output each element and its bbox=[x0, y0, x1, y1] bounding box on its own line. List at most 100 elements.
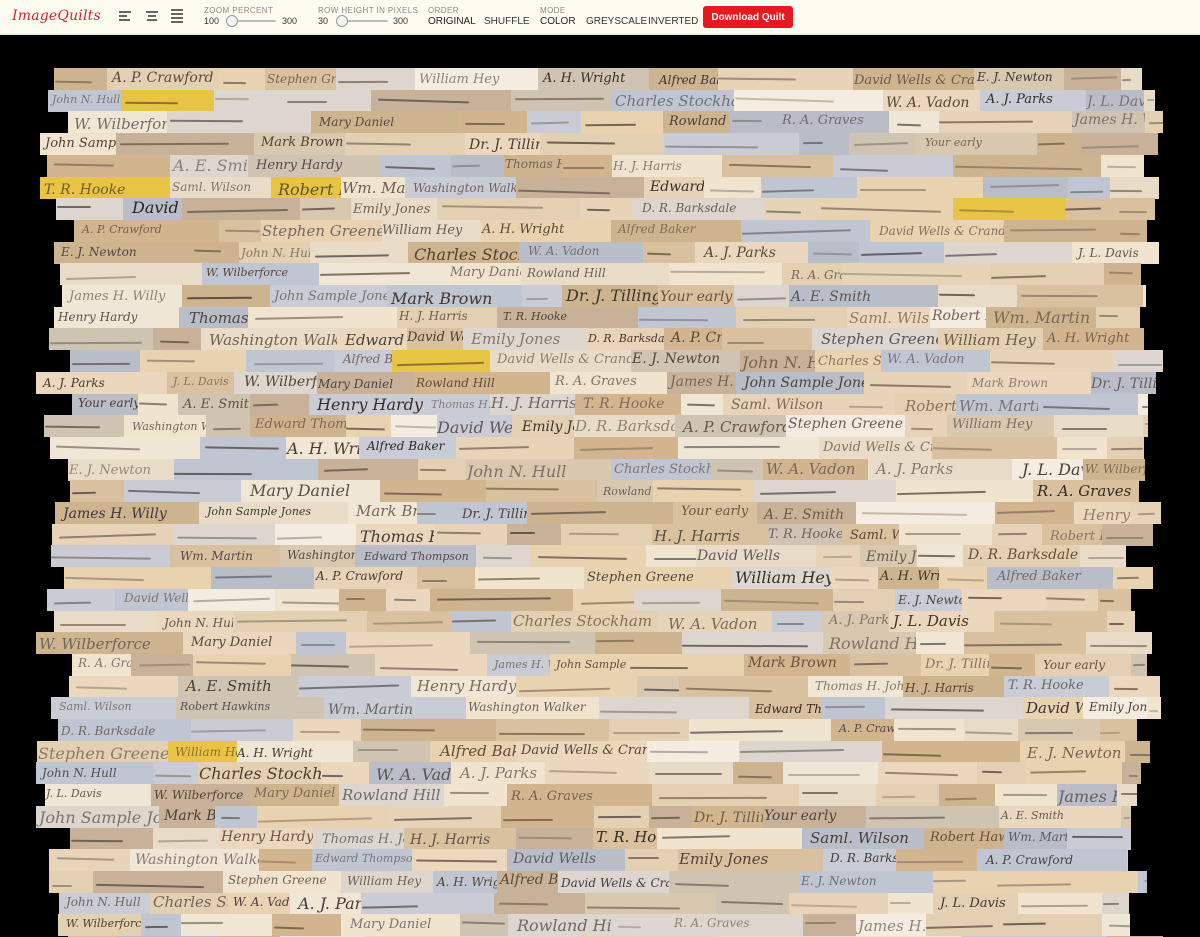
quilt-tile-ink-stroke bbox=[839, 168, 889, 172]
quilt-tile-ink-stroke bbox=[56, 857, 115, 861]
app-logo: ImageQuilts bbox=[12, 8, 101, 24]
quilt-tile-ink-stroke bbox=[1100, 731, 1121, 735]
quilt-tile-signature: D. R. Barksdale bbox=[575, 417, 675, 435]
quilt-tile-signature: Stephen Greene bbox=[788, 416, 903, 432]
quilt-tile-ink-stroke bbox=[822, 555, 853, 559]
quilt-tile-signature: John Sample Jones bbox=[744, 375, 864, 391]
mode-inverted-option[interactable]: INVERTED bbox=[648, 16, 698, 27]
quilt-tile-signature: A. J. Parks bbox=[829, 613, 889, 628]
align-left-icon[interactable] bbox=[119, 9, 133, 23]
quilt-tile: David Wells & Crandall bbox=[490, 350, 631, 372]
quilt-tile-signature: Washington Walker bbox=[413, 181, 516, 195]
quilt-tile bbox=[1067, 828, 1131, 850]
quilt-tile: D. R. Barksdale bbox=[633, 198, 764, 220]
quilt-tile-signature: R. A. Graves bbox=[782, 113, 864, 128]
quilt-tile-signature: Mary Daniel bbox=[318, 377, 394, 391]
quilt-tile-signature: Thomas H. Johnson bbox=[189, 309, 248, 327]
quilt-tile bbox=[1064, 68, 1121, 90]
quilt-tile-ink-stroke bbox=[273, 926, 305, 930]
quilt-tile-signature: D. R. Barksdale bbox=[588, 332, 664, 345]
quilt-tile-signature: E. J. Newton bbox=[632, 351, 721, 367]
quilt-tile bbox=[50, 437, 200, 459]
quilt-tile bbox=[939, 784, 995, 806]
quilt-tile-signature: William Hey bbox=[347, 874, 422, 888]
quilt-tile-signature: Your early bbox=[925, 136, 982, 149]
quilt-tile bbox=[47, 155, 170, 177]
quilt-tile-ink-stroke bbox=[482, 556, 513, 560]
quilt-tile-ink-stroke bbox=[281, 601, 339, 605]
quilt-tile bbox=[842, 394, 895, 416]
quilt-tile: H. J. Harris bbox=[490, 394, 575, 416]
quilt-tile: E. J. Newton bbox=[800, 871, 933, 893]
mode-color-option[interactable]: COLOR bbox=[540, 16, 576, 27]
quilt-tile: J. L. Davis bbox=[889, 611, 994, 633]
quilt-tile bbox=[964, 632, 1086, 654]
order-shuffle-option[interactable]: SHUFFLE bbox=[484, 16, 530, 27]
zoom-label: ZOOM PERCENT bbox=[204, 6, 274, 15]
quilt-tile bbox=[124, 480, 241, 502]
quilt-tile: Edward Thompson bbox=[749, 697, 822, 719]
quilt-tile-ink-stroke bbox=[869, 384, 952, 388]
quilt-tile bbox=[437, 198, 580, 220]
quilt-tile-ink-stroke bbox=[56, 205, 92, 209]
quilt-tile-signature: Your early bbox=[764, 808, 837, 824]
quilt-tile-ink-stroke bbox=[996, 510, 1056, 514]
quilt-tile: Rowland Hill bbox=[339, 784, 444, 806]
quilt-tile: J. L. Davis bbox=[1012, 459, 1083, 481]
quilt-tile bbox=[361, 719, 496, 741]
quilt-tile: James H. Willy bbox=[55, 502, 199, 524]
row-height-slider-thumb[interactable] bbox=[336, 15, 348, 27]
quilt-tile bbox=[250, 394, 309, 416]
quilt-tile: R. A. Graves bbox=[782, 263, 842, 285]
quilt-tile: Edward Thompson bbox=[644, 177, 704, 199]
quilt-tile: Mark Brown bbox=[254, 133, 345, 155]
order-original-option[interactable]: ORIGINAL bbox=[428, 16, 476, 27]
quilt-tile-signature: A. H. Wright bbox=[437, 875, 497, 889]
zoom-slider-thumb[interactable] bbox=[226, 15, 238, 27]
quilt-tile-ink-stroke bbox=[55, 445, 141, 451]
quilt-tile bbox=[293, 719, 361, 741]
quilt-tile-signature: David Wells & Crandall bbox=[854, 73, 974, 88]
quilt-tile: Saml. Wilson bbox=[51, 697, 176, 719]
quilt-tile-ink-stroke bbox=[689, 730, 784, 734]
quilt-tile-signature: James H. Willy bbox=[63, 506, 167, 522]
quilt-tile-signature: Emily Jones bbox=[471, 330, 561, 348]
quilt-tile-signature: John Sample Jones bbox=[274, 289, 387, 304]
quilt-tile: A. E. Smith bbox=[178, 394, 250, 416]
mode-greyscale-option[interactable]: GREYSCALE bbox=[586, 16, 647, 27]
quilt-tile-signature: A. P. Crawford bbox=[683, 418, 786, 436]
quilt-tile: William Hey bbox=[415, 68, 538, 90]
quilt-tile-signature: Stephen Greene bbox=[228, 873, 327, 887]
quilt-tile: Robert Hawkins bbox=[895, 394, 956, 416]
quilt-tile-ink-stroke bbox=[584, 123, 637, 127]
quilt-tile bbox=[1102, 914, 1130, 936]
quilt-tile-signature: John N. Hull bbox=[52, 93, 121, 106]
quilt-tile: W. A. Vadon bbox=[519, 242, 643, 264]
quilt-tile bbox=[452, 611, 511, 633]
download-quilt-button[interactable]: Download Quilt bbox=[703, 6, 793, 28]
quilt-tile-ink-stroke bbox=[939, 120, 1034, 124]
quilt-tile-ink-stroke bbox=[59, 623, 127, 627]
quilt-tile-ink-stroke bbox=[1099, 599, 1115, 603]
align-justify-icon[interactable] bbox=[171, 9, 185, 23]
quilt-tile bbox=[272, 914, 341, 936]
quilt-tile bbox=[291, 654, 375, 676]
quilt-tile-ink-stroke bbox=[461, 921, 506, 925]
quilt-tile-ink-stroke bbox=[348, 644, 434, 648]
quilt-tile-signature: R. A. Graves bbox=[511, 789, 593, 804]
quilt-tile bbox=[283, 90, 371, 112]
align-center-icon[interactable] bbox=[145, 9, 159, 23]
quilt-tile-signature: Washington Walker bbox=[287, 548, 355, 562]
quilt-tile: Stephen Greene bbox=[812, 328, 938, 350]
quilt-tile bbox=[822, 697, 885, 719]
quilt-tile: Henry Hardy bbox=[54, 307, 179, 329]
quilt-tile bbox=[64, 567, 211, 589]
quilt-tile-ink-stroke bbox=[579, 447, 654, 451]
quilt-tile bbox=[188, 589, 275, 611]
quilt-tile-signature: E. J. Newton bbox=[69, 463, 151, 478]
quilt-tile bbox=[761, 177, 857, 199]
quilt-tile-ink-stroke bbox=[498, 902, 549, 906]
quilt-tile-signature: Thomas H. Johnson bbox=[322, 832, 404, 847]
quilt-tile bbox=[430, 589, 573, 611]
quilt-tile: H. J. Harris bbox=[652, 524, 768, 546]
